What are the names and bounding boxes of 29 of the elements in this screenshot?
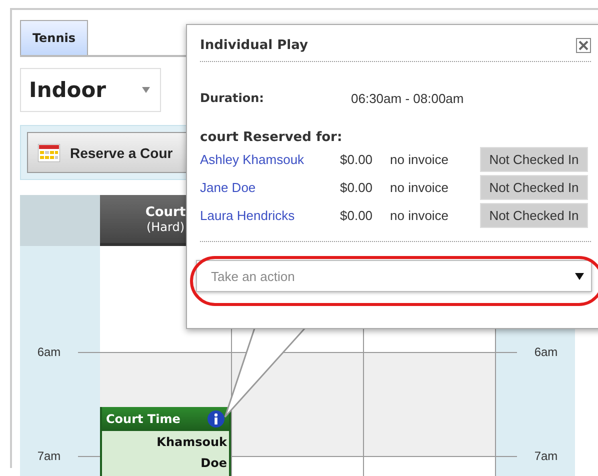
invoice-status: no invoice [390,208,450,222]
amount: $0.00 [340,208,374,222]
check-in-button[interactable]: Not Checked In [480,202,588,228]
booking-title: Court Time [106,412,180,426]
time-label: 7am [533,449,559,463]
caret-icon [142,87,150,93]
close-icon[interactable] [576,38,591,53]
player-name: Doe [200,455,228,472]
duration-value: 06:30am - 08:00am [351,90,464,106]
check-in-button[interactable]: Not Checked In [480,174,588,200]
caret-icon [575,272,584,280]
player-name: Khamsouk [156,434,228,451]
player-link[interactable]: Jane Doe [200,180,340,194]
calendar-icon [38,144,60,162]
location-select[interactable]: Indoor [20,68,161,112]
duration-label: Duration: [200,91,265,105]
action-select[interactable]: Take an action [196,260,592,292]
invoice-status: no invoice [390,180,450,194]
amount: $0.00 [340,152,374,166]
time-label: 7am [36,449,62,463]
sport-tab[interactable]: Tennis [20,20,88,55]
check-in-button[interactable]: Not Checked In [480,146,588,172]
info-icon[interactable] [207,410,225,428]
amount: $0.00 [340,180,374,194]
time-label: 6am [533,345,559,359]
invoice-status: no invoice [390,152,450,166]
booking-block[interactable]: Court Time Khamsouk Doe [100,407,231,476]
popup-title: Individual Play [200,38,308,53]
time-label: 6am [36,345,62,359]
